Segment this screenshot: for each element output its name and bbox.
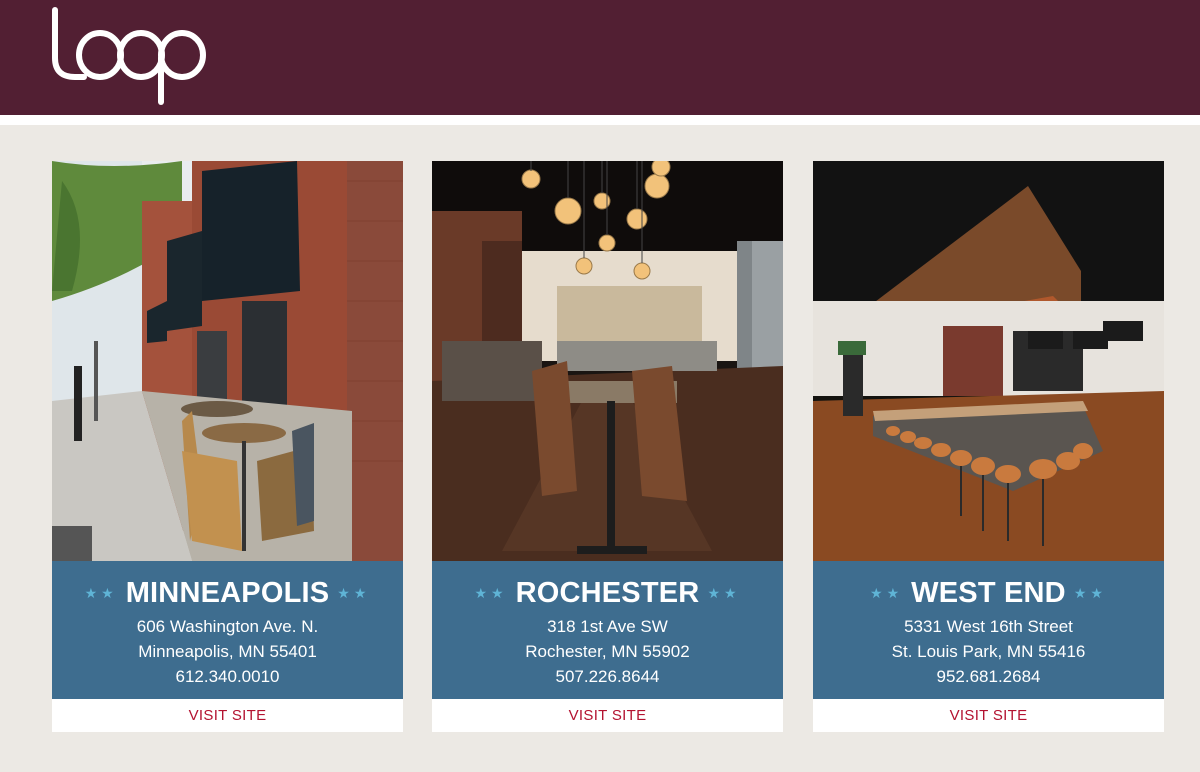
city-state-zip: St. Louis Park, MN 55416 (891, 642, 1086, 661)
visit-site-link[interactable]: VISIT SITE (432, 699, 783, 732)
header-divider (0, 115, 1200, 125)
city-state-zip: Minneapolis, MN 55401 (138, 642, 317, 661)
visit-site-link[interactable]: VISIT SITE (52, 699, 403, 732)
visit-site-link[interactable]: VISIT SITE (813, 699, 1164, 732)
location-title: WEST END (911, 576, 1066, 609)
star-icon: ★★ (337, 585, 371, 601)
location-title: ROCHESTER (515, 576, 700, 609)
location-info: ★★ MINNEAPOLIS ★★ 606 Washington Ave. N.… (52, 561, 403, 699)
location-info: ★★ ROCHESTER ★★ 318 1st Ave SW Rochester… (432, 561, 783, 699)
street-address: 318 1st Ave SW (547, 617, 668, 636)
location-photo (432, 161, 783, 561)
star-icon: ★★ (870, 585, 904, 601)
location-card-west-end: ★★ WEST END ★★ 5331 West 16th Street St.… (813, 161, 1164, 732)
location-card-minneapolis: ★★ MINNEAPOLIS ★★ 606 Washington Ave. N.… (52, 161, 403, 732)
phone-number[interactable]: 612.340.0010 (52, 667, 403, 687)
location-info: ★★ WEST END ★★ 5331 West 16th Street St.… (813, 561, 1164, 699)
loop-logo[interactable] (48, 6, 210, 110)
star-icon: ★★ (707, 585, 741, 601)
phone-number[interactable]: 507.226.8644 (432, 667, 783, 687)
location-photo (52, 161, 403, 561)
street-address: 606 Washington Ave. N. (136, 617, 319, 636)
phone-number[interactable]: 952.681.2684 (813, 667, 1164, 687)
city-state-zip: Rochester, MN 55902 (525, 642, 690, 661)
star-icon: ★★ (1073, 585, 1107, 601)
street-address: 5331 West 16th Street (904, 617, 1073, 636)
site-header (0, 0, 1200, 115)
location-photo (813, 161, 1164, 561)
location-title: MINNEAPOLIS (125, 576, 330, 609)
star-icon: ★★ (84, 585, 118, 601)
star-icon: ★★ (474, 585, 508, 601)
location-card-rochester: ★★ ROCHESTER ★★ 318 1st Ave SW Rochester… (432, 161, 783, 732)
